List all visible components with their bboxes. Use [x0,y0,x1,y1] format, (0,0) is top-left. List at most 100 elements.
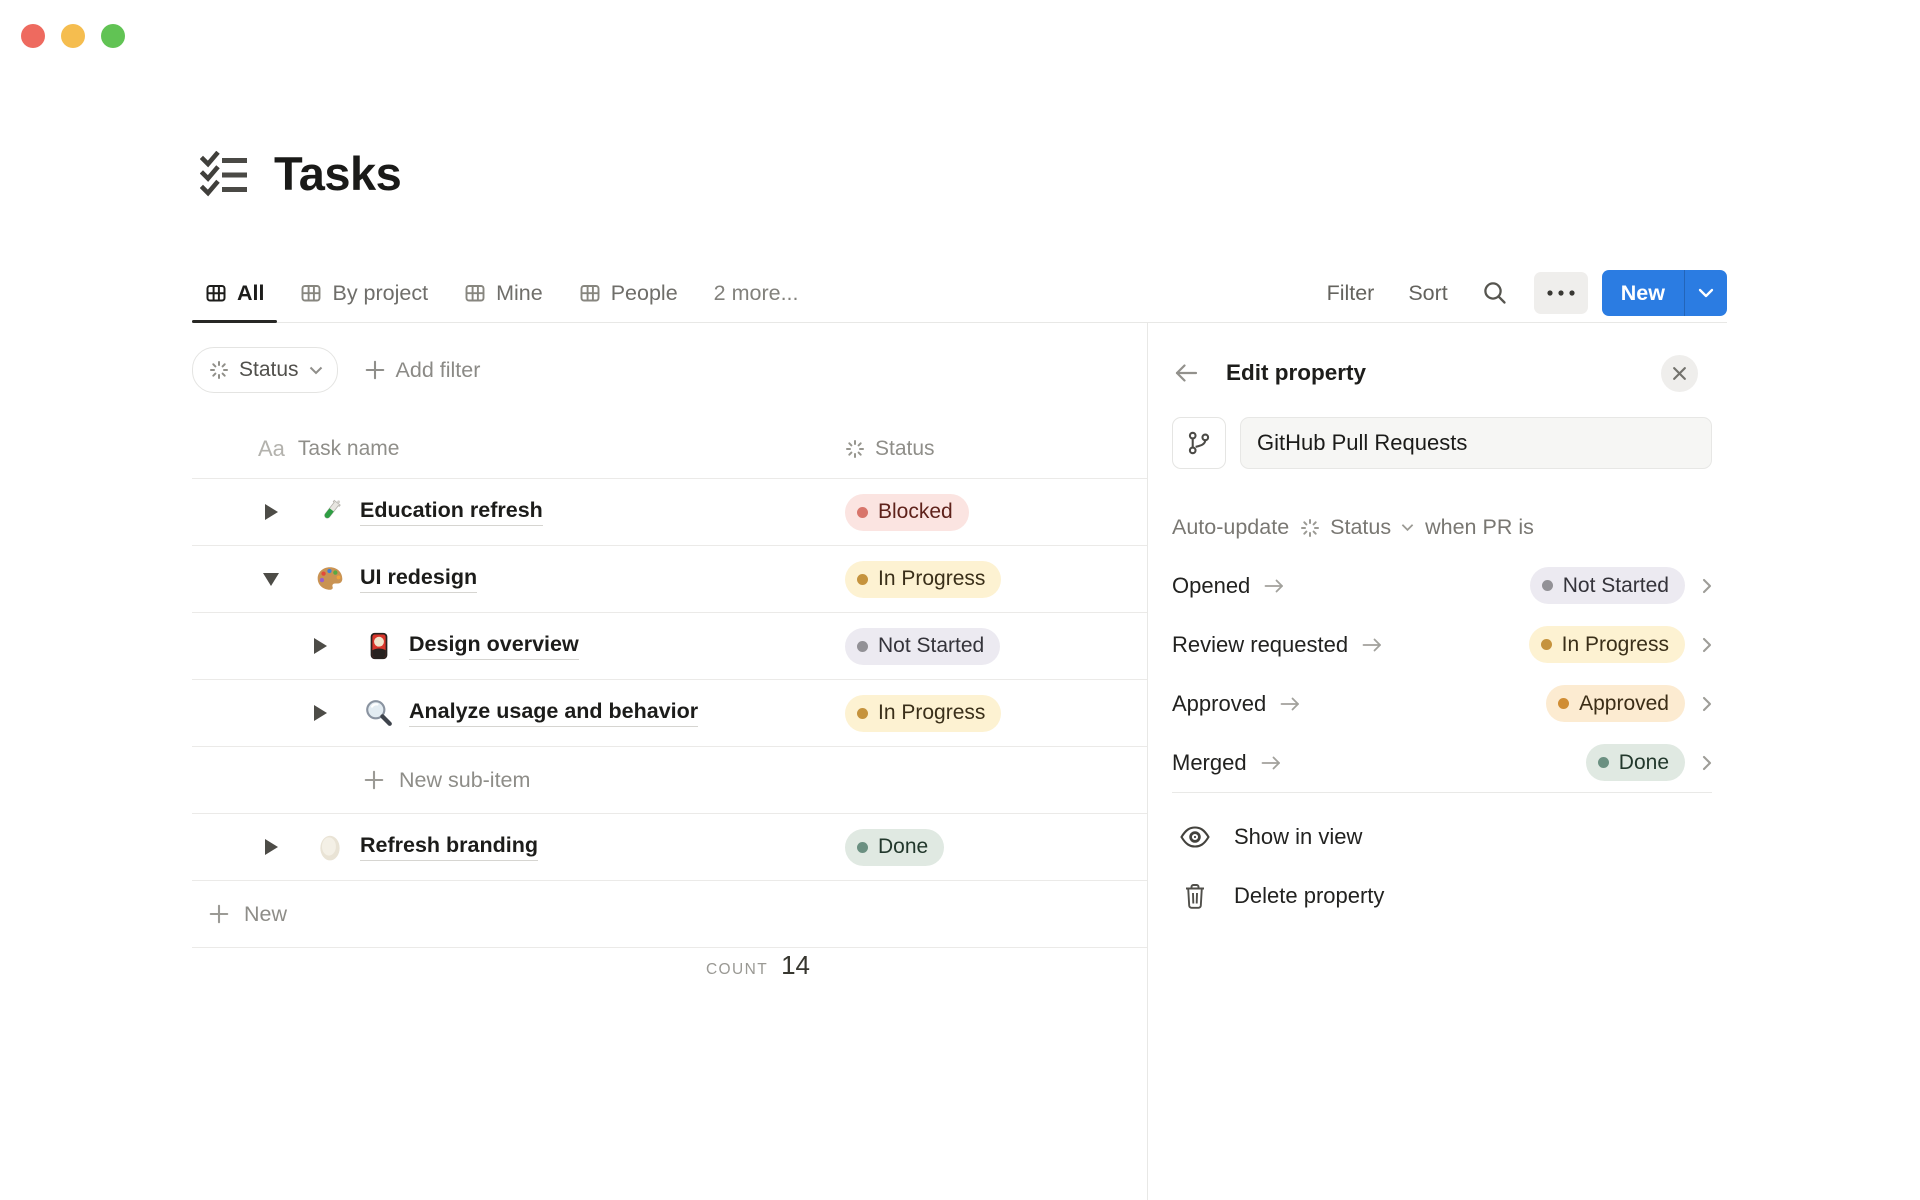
column-header-task-name[interactable]: Aa Task name [192,436,845,462]
status-property-selector[interactable]: Status [1300,515,1414,540]
chevron-down-icon [1401,523,1414,532]
chevron-right-icon [1702,578,1712,594]
property-name-row [1172,417,1712,469]
delete-property-button[interactable]: Delete property [1172,866,1712,925]
expand-toggle-expanded[interactable] [261,572,281,586]
ellipsis-icon [1546,289,1576,297]
task-title[interactable]: Refresh branding [360,833,538,861]
new-button[interactable]: New [1602,270,1684,316]
status-pill[interactable]: In Progress [845,560,1002,598]
search-button[interactable] [1482,280,1508,306]
filter-bar: Status Add filter [192,347,480,393]
app-window: Tasks All By project Mine People 2 more.… [0,0,1920,1200]
close-panel-button[interactable] [1661,354,1698,392]
palette-emoji-icon [315,564,345,594]
status-pill[interactable]: Blocked [845,493,969,531]
status-pill[interactable]: Done [1585,744,1685,781]
auto-update-suffix: when PR is [1425,515,1534,539]
git-branch-icon [1186,430,1212,456]
expand-toggle-collapsed[interactable] [261,504,281,520]
plus-icon [208,903,230,925]
expand-toggle-collapsed[interactable] [310,638,330,654]
count-value: 14 [781,950,810,980]
more-options-button[interactable] [1533,272,1588,314]
magnifier-emoji-icon [364,698,394,728]
status-pill[interactable]: Approved [1546,685,1685,722]
status-filter-chip[interactable]: Status [192,347,338,393]
plus-icon [363,769,385,791]
status-pill[interactable]: Not Started [845,627,1001,665]
panel-divider-horizontal [1172,792,1712,793]
table-row-sub-item: Design overview Not Started [192,613,1147,680]
window-controls [21,24,125,48]
table-row: UI redesign In Progress [192,546,1147,613]
table-view-icon [205,282,227,304]
task-title[interactable]: Design overview [409,632,579,660]
panel-actions: Show in view Delete property [1172,807,1712,925]
egg-emoji-icon [315,832,345,862]
new-sub-item-row[interactable]: New sub-item [192,747,1147,814]
expand-toggle-collapsed[interactable] [261,839,281,855]
task-title[interactable]: UI redesign [360,565,478,593]
new-row-label: New [244,901,288,926]
table-row: Education refresh Blocked [192,479,1147,546]
new-split-button: New [1601,270,1727,316]
tab-mine[interactable]: Mine [451,264,556,322]
close-window-button[interactable] [21,24,45,48]
flower-card-emoji-icon [364,631,394,661]
test-tube-emoji-icon [315,497,345,527]
property-name-input[interactable] [1240,417,1712,469]
plus-icon [364,359,386,381]
tab-all[interactable]: All [192,264,278,323]
new-sub-item-label: New sub-item [399,767,531,792]
column-header-status[interactable]: Status [845,437,935,461]
table-view-icon [579,282,601,304]
status-pill[interactable]: Not Started [1529,567,1685,604]
panel-title: Edit property [1226,360,1367,385]
chevron-right-icon [1702,637,1712,653]
checklist-icon [200,150,250,197]
expand-toggle-collapsed[interactable] [310,705,330,721]
arrow-right-icon [1361,637,1383,653]
status-pill[interactable]: Done [845,828,945,866]
arrow-right-icon [1279,696,1301,712]
table-row: Refresh branding Done [192,814,1147,881]
minimize-window-button[interactable] [61,24,85,48]
filter-button[interactable]: Filter [1327,281,1375,306]
tab-people[interactable]: People [566,264,691,322]
mapping-row-merged[interactable]: Merged Done [1172,733,1712,792]
status-pill[interactable]: In Progress [1528,626,1685,663]
tab-more-views[interactable]: 2 more... [701,264,812,322]
task-title[interactable]: Analyze usage and behavior [409,699,699,727]
mapping-row-review-requested[interactable]: Review requested In Progress [1172,615,1712,674]
status-mappings: Opened Not Started Review requested In P… [1172,556,1712,792]
arrow-right-icon [1263,578,1285,594]
panel-divider-vertical [1147,322,1148,1200]
status-pill[interactable]: In Progress [845,694,1002,732]
view-toolbar: Filter Sort New [1327,270,1727,316]
chevron-down-icon [309,366,323,375]
status-property-icon [845,439,865,459]
mapping-row-opened[interactable]: Opened Not Started [1172,556,1712,615]
zoom-window-button[interactable] [101,24,125,48]
new-dropdown-button[interactable] [1685,270,1727,316]
table-view-icon [464,282,486,304]
count-footer[interactable]: COUNT 14 [192,950,810,981]
table-view-icon [300,282,322,304]
auto-update-rule: Auto-update Status when PR is [1172,515,1712,540]
chevron-right-icon [1702,755,1712,771]
add-filter-button[interactable]: Add filter [364,358,480,383]
property-type-button[interactable] [1172,417,1226,469]
tab-by-project[interactable]: By project [287,264,441,322]
page-title[interactable]: Tasks [274,146,402,201]
mapping-row-approved[interactable]: Approved Approved [1172,674,1712,733]
task-title[interactable]: Education refresh [360,498,543,526]
sort-button[interactable]: Sort [1408,281,1447,306]
show-in-view-button[interactable]: Show in view [1172,807,1712,866]
arrow-right-icon [1260,755,1282,771]
new-row[interactable]: New [192,881,1147,948]
back-button[interactable] [1172,359,1202,387]
status-property-icon [1300,518,1320,538]
eye-icon [1178,825,1212,849]
status-property-icon [209,360,229,380]
